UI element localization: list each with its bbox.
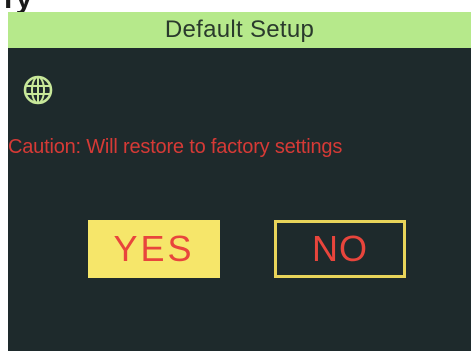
title-bar: Default Setup — [8, 12, 471, 48]
dialog-title: Default Setup — [164, 16, 315, 43]
no-button-label: NO — [312, 228, 368, 269]
yes-button[interactable]: YES — [88, 220, 220, 278]
device-screen: Default Setup Caution: Will restore to f… — [8, 12, 471, 351]
no-button[interactable]: NO — [274, 220, 406, 278]
screenshot-frame: ry Default Setup Caution: Will restore t… — [0, 0, 471, 351]
yes-button-label: YES — [113, 228, 195, 269]
globe-icon — [23, 75, 53, 105]
caution-message: Caution: Will restore to factory setting… — [8, 136, 343, 158]
